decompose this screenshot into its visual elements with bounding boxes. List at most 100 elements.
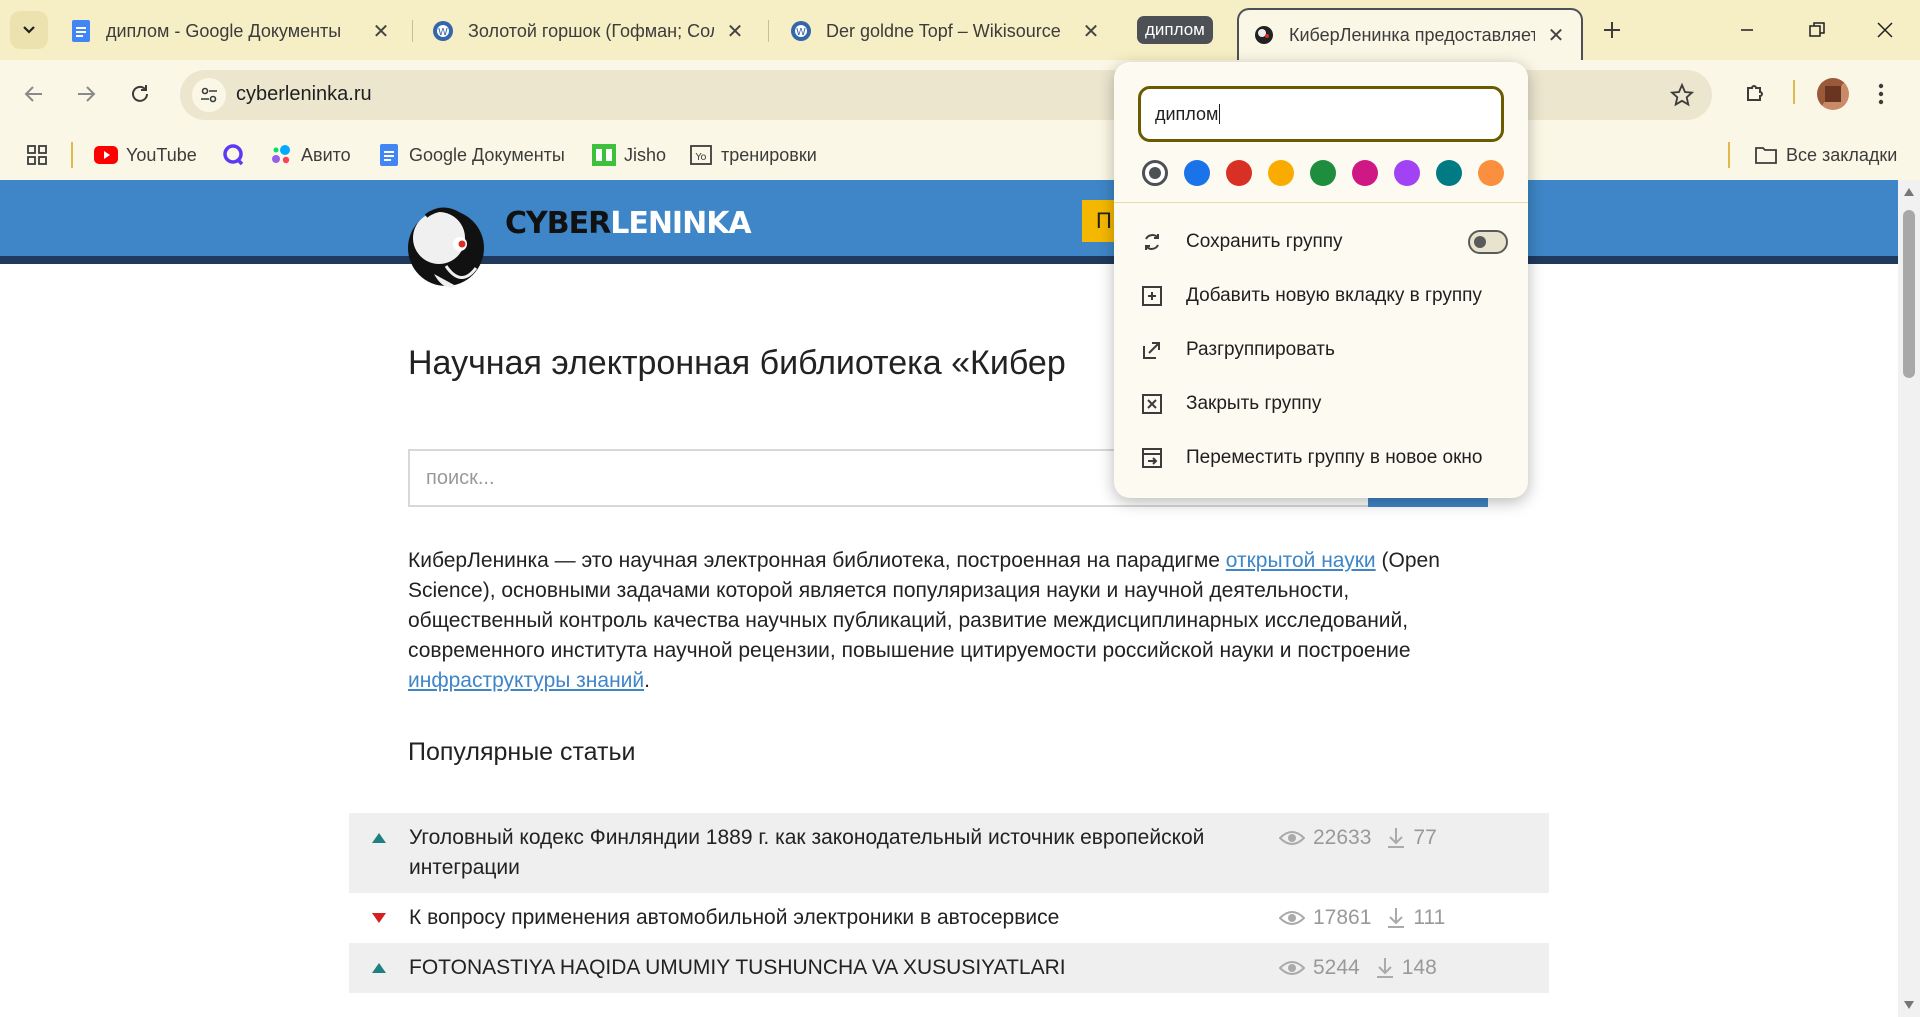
bookmark-google-docs[interactable]: Google Документы	[377, 140, 565, 170]
bookmark-label: YouTube	[126, 144, 197, 165]
color-swatch-orange[interactable]	[1478, 160, 1504, 186]
eye-icon	[1279, 830, 1305, 846]
brand-leninka: LENINKA	[610, 206, 751, 241]
intro-text: .	[644, 669, 650, 692]
bookmark-separator	[1728, 142, 1730, 168]
reload-icon	[132, 85, 148, 102]
close-group-icon	[1138, 390, 1166, 418]
color-swatch-purple[interactable]	[1394, 160, 1420, 186]
tab-cyberleninka[interactable]: КиберЛенинка предоставляет ✕	[1237, 8, 1583, 60]
article-row[interactable]: FOTONASTIYA HAQIDA UMUMIY TUSHUNCHA VA X…	[349, 943, 1549, 993]
apps-grid-icon	[27, 145, 47, 165]
apps-button[interactable]	[26, 140, 48, 170]
close-icon[interactable]: ✕	[724, 20, 746, 43]
popular-articles-list: Уголовный кодекс Финляндии 1889 г. как з…	[349, 813, 1549, 993]
move-group-new-window[interactable]: Переместить группу в новое окно	[1138, 438, 1508, 478]
color-swatch-blue[interactable]	[1184, 160, 1210, 186]
restore-button[interactable]	[1792, 10, 1842, 50]
all-bookmarks[interactable]: Все закладки	[1754, 140, 1897, 170]
tab-zolotoy-gorshok[interactable]: W Золотой горшок (Гофман; Сол ✕	[418, 10, 760, 52]
tab-search-button[interactable]	[10, 11, 48, 49]
reload-button[interactable]	[120, 74, 160, 114]
close-icon[interactable]: ✕	[370, 20, 392, 43]
bookmark-avito[interactable]: Авито	[269, 140, 351, 170]
popular-articles-title: Популярные статьи	[408, 738, 636, 766]
sync-icon	[1138, 228, 1166, 256]
add-tab-label: Добавить новую вкладку в группу	[1186, 285, 1482, 306]
site-brand[interactable]: CYBERLENINKA	[505, 206, 752, 241]
cyberleninka-icon	[1253, 24, 1275, 46]
bookmark-jisho[interactable]: Jisho	[592, 140, 666, 170]
color-swatch-green[interactable]	[1310, 160, 1336, 186]
article-title[interactable]: FOTONASTIYA HAQIDA UMUMIY TUSHUNCHA VA X…	[409, 953, 1249, 983]
color-swatch-yellow[interactable]	[1268, 160, 1294, 186]
tab-der-goldne-topf[interactable]: W Der goldne Topf – Wikisource ✕	[776, 10, 1116, 52]
profile-avatar[interactable]	[1817, 78, 1849, 110]
bookmark-label: тренировки	[721, 144, 817, 165]
scroll-thumb[interactable]	[1903, 210, 1915, 378]
back-button[interactable]	[14, 74, 54, 114]
new-tab-button[interactable]	[1596, 14, 1628, 46]
save-group-toggle[interactable]: Сохранить группу	[1138, 222, 1508, 262]
svg-text:W: W	[796, 27, 806, 38]
svg-text:W: W	[438, 27, 448, 38]
tab-title: КиберЛенинка предоставляет	[1289, 24, 1535, 45]
toolbar-separator	[1793, 80, 1795, 104]
article-title[interactable]: Уголовный кодекс Финляндии 1889 г. как з…	[409, 823, 1249, 883]
close-icon[interactable]: ✕	[1080, 20, 1102, 43]
trend-up-icon	[349, 823, 409, 843]
article-row[interactable]: К вопросу применения автомобильной элект…	[349, 893, 1549, 943]
open-science-link[interactable]: открытой науки	[1226, 549, 1376, 572]
ungroup-tabs[interactable]: Разгруппировать	[1138, 330, 1508, 370]
color-swatch-red[interactable]	[1226, 160, 1252, 186]
brand-cyber: CYBER	[505, 206, 611, 241]
close-group[interactable]: Закрыть группу	[1138, 384, 1508, 424]
article-stats: 17861 111	[1279, 903, 1461, 933]
tab-group-editor: диплом Сохранить группу Добавить новую в…	[1114, 62, 1528, 498]
extensions-button[interactable]	[1738, 74, 1774, 110]
color-swatch-cyan[interactable]	[1436, 160, 1462, 186]
popup-divider	[1114, 202, 1528, 203]
color-swatch-grey[interactable]	[1142, 160, 1168, 186]
color-swatch-pink[interactable]	[1352, 160, 1378, 186]
bookmark-q[interactable]	[221, 140, 253, 170]
minimize-icon	[1741, 29, 1753, 31]
close-window-button[interactable]	[1860, 10, 1910, 50]
bookmarks-bar: YouTube Авито Google Документы Jisho Yo …	[0, 130, 1920, 180]
bookmark-label: Google Документы	[409, 144, 565, 165]
youtube-icon	[94, 143, 118, 167]
download-icon	[1376, 957, 1394, 979]
minimize-button[interactable]	[1722, 10, 1772, 50]
scroll-up-icon[interactable]	[1903, 186, 1915, 198]
bookmark-youtube[interactable]: YouTube	[94, 140, 197, 170]
group-name-input[interactable]: диплом	[1138, 86, 1504, 142]
ungroup-label: Разгруппировать	[1186, 339, 1335, 360]
close-icon	[1877, 22, 1893, 38]
site-info-icon[interactable]	[192, 78, 226, 112]
more-vert-icon	[1878, 83, 1884, 105]
add-tab-icon	[1138, 282, 1166, 310]
wikisource-icon: W	[790, 20, 812, 42]
tab-separator	[768, 20, 769, 42]
bookmark-separator	[71, 142, 73, 168]
bookmark-star-icon[interactable]	[1668, 81, 1696, 109]
article-row[interactable]: Уголовный кодекс Финляндии 1889 г. как з…	[349, 813, 1549, 893]
page-scrollbar[interactable]	[1898, 180, 1920, 1017]
cyberleninka-logo[interactable]	[406, 196, 488, 296]
url-text[interactable]: cyberleninka.ru	[236, 83, 372, 106]
article-title[interactable]: К вопросу применения автомобильной элект…	[409, 903, 1249, 933]
bookmark-trenirovki[interactable]: Yo тренировки	[689, 140, 817, 170]
close-icon[interactable]: ✕	[1545, 24, 1567, 47]
page-title: Научная электронная библиотека «Кибер	[408, 344, 1066, 382]
scroll-down-icon[interactable]	[1903, 999, 1915, 1011]
tab-diplom-docs[interactable]: диплом - Google Документы ✕	[56, 10, 406, 52]
save-group-switch[interactable]	[1468, 230, 1508, 254]
site-header: П	[0, 180, 1898, 264]
add-tab-to-group[interactable]: Добавить новую вкладку в группу	[1138, 276, 1508, 316]
tab-group-chip[interactable]: диплом	[1137, 16, 1213, 44]
browser-menu-button[interactable]	[1866, 76, 1896, 112]
knowledge-infrastructure-link[interactable]: инфраструктуры знаний	[408, 669, 644, 692]
wikisource-icon: W	[432, 20, 454, 42]
tab-title: Der goldne Topf – Wikisource	[826, 20, 1061, 41]
forward-button[interactable]	[66, 74, 106, 114]
